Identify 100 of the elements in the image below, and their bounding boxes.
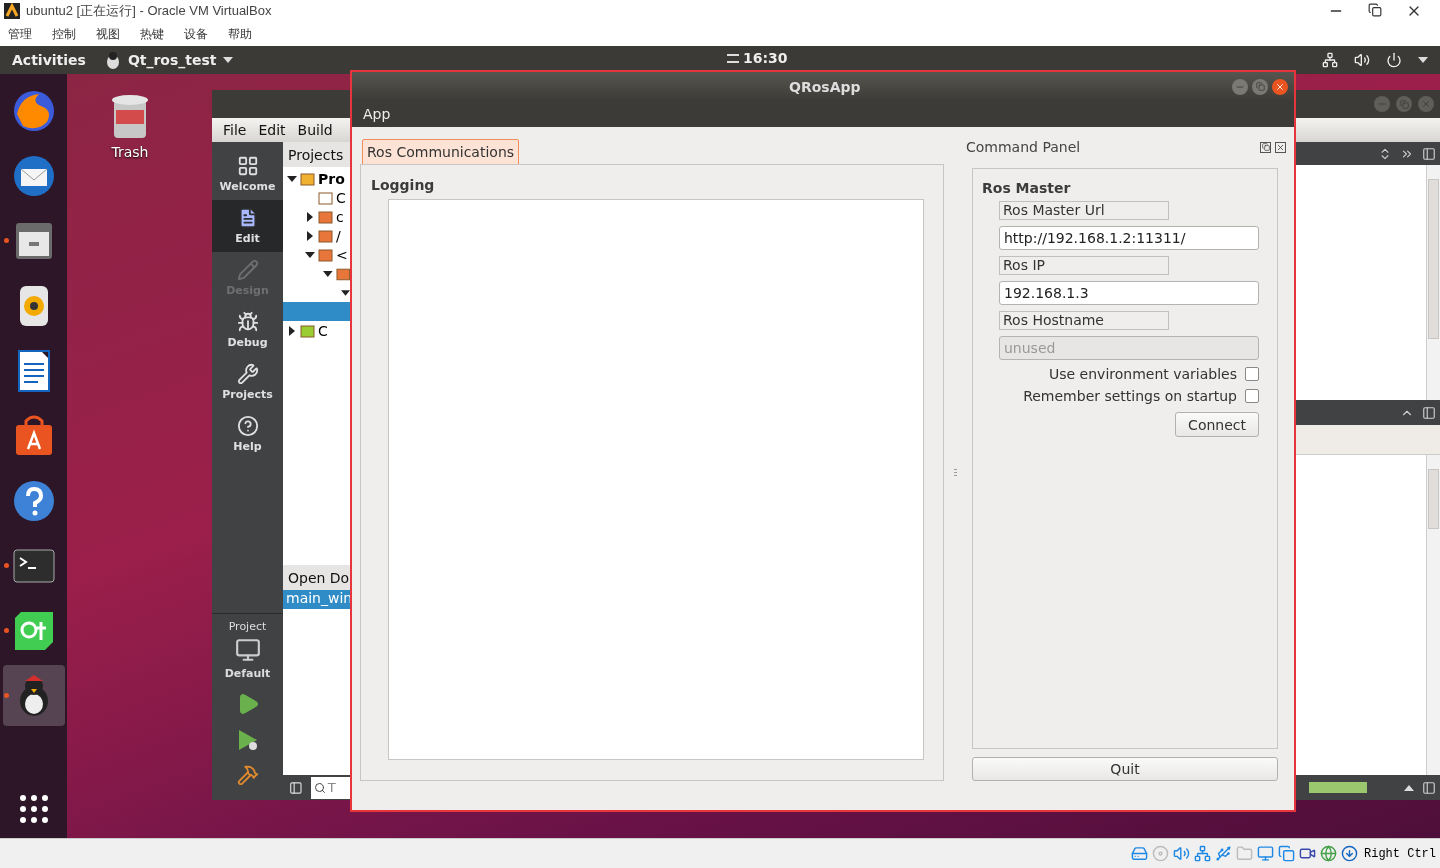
bug-icon <box>236 311 259 333</box>
tab[interactable]: Ros Communications <box>362 139 520 165</box>
cubes-icon <box>300 323 315 338</box>
panel-icon[interactable] <box>1422 780 1436 795</box>
checkbox-label: Use environment variables <box>1049 366 1237 382</box>
mode-tab[interactable]: Edit <box>212 200 283 252</box>
menu-item[interactable]: Build <box>297 122 333 138</box>
menu-item[interactable]: 设备 <box>184 25 208 43</box>
notification-icon[interactable] <box>727 52 739 64</box>
tree-row[interactable]: Pro <box>283 169 350 188</box>
menu-item[interactable]: App <box>363 106 391 122</box>
close-icon[interactable] <box>1272 78 1288 95</box>
menu-item[interactable]: File <box>223 122 247 138</box>
network-icon[interactable] <box>1322 52 1338 68</box>
tree-label: / <box>336 227 341 244</box>
app-grid-icon[interactable] <box>18 794 49 824</box>
clock[interactable]: 16:30 <box>743 50 788 66</box>
caret-right-icon[interactable] <box>287 325 297 336</box>
field-label: Ros Hostname <box>999 311 1169 330</box>
app-menu-label[interactable]: Qt_ros_test <box>127 52 217 68</box>
tree-row[interactable]: C <box>283 188 350 207</box>
hammer-icon[interactable] <box>236 764 259 786</box>
file-icon <box>318 190 333 205</box>
window-title: QRosApp <box>789 78 861 95</box>
panel-icon[interactable] <box>1422 405 1436 420</box>
kit-name: Default <box>224 667 271 680</box>
tree-label: C <box>318 322 328 339</box>
sidebar-toggle-icon[interactable] <box>289 780 303 795</box>
trash-label: Trash <box>111 144 149 160</box>
tree-label: C <box>336 189 346 206</box>
close-icon[interactable] <box>1275 141 1286 153</box>
usb-icon[interactable] <box>1215 845 1232 862</box>
panel-title: Command Panel <box>966 139 1081 155</box>
menu-item[interactable]: 管理 <box>8 25 32 43</box>
tree-label: < <box>336 246 348 263</box>
pane-title: Open Do <box>283 565 350 590</box>
checkbox[interactable] <box>1245 389 1259 403</box>
pane-title: Projects <box>283 142 350 167</box>
caret-down-icon[interactable] <box>222 57 233 63</box>
monitor-icon[interactable] <box>234 637 261 663</box>
caret-down-icon[interactable] <box>1418 57 1428 63</box>
tree-row[interactable]: C <box>283 321 350 340</box>
trash-icon[interactable] <box>110 92 150 140</box>
power-icon[interactable] <box>1386 52 1402 68</box>
activities-button[interactable]: Activities <box>12 52 86 68</box>
menu-item[interactable]: 控制 <box>52 25 76 43</box>
globe-icon[interactable] <box>1320 845 1337 862</box>
connect-button[interactable]: Connect <box>1175 412 1259 437</box>
text-field[interactable]: 192.168.1.3 <box>999 281 1259 305</box>
field-label: Ros Master Url <box>999 201 1169 220</box>
caret-right-icon[interactable] <box>305 230 315 241</box>
help-icon <box>236 415 259 437</box>
field-label: Ros IP <box>999 256 1169 275</box>
scrollbar[interactable] <box>1426 165 1440 400</box>
tree-label: Pro <box>318 170 345 187</box>
quit-button[interactable]: Quit <box>972 757 1278 781</box>
float-icon[interactable] <box>1260 141 1271 153</box>
pencil-icon <box>236 259 259 281</box>
caret-down-icon[interactable] <box>323 268 333 279</box>
search-icon <box>313 781 326 794</box>
caret-up-icon[interactable] <box>1404 784 1414 791</box>
wrench-icon <box>236 363 259 385</box>
tree-row[interactable]: < <box>283 245 350 264</box>
windows-icon[interactable] <box>1278 845 1295 862</box>
menu-item[interactable]: 视图 <box>96 25 120 43</box>
restore-icon[interactable] <box>1368 3 1382 17</box>
tree-row[interactable]: c <box>283 207 350 226</box>
text-field[interactable]: http://192.168.1.2:11311/ <box>999 226 1259 250</box>
volume-icon[interactable] <box>1354 52 1370 68</box>
folder-icon <box>335 266 350 281</box>
caret-down-icon[interactable] <box>287 173 297 184</box>
grid-icon <box>236 155 259 177</box>
checkbox-label: Remember settings on startup <box>1023 388 1237 404</box>
menu-item[interactable]: 帮助 <box>228 25 252 43</box>
dock-item[interactable] <box>2 665 65 726</box>
host-key-label: Right Ctrl <box>1364 846 1436 861</box>
folder-icon <box>318 247 333 262</box>
window-title: ubuntu2 [正在运行] - Oracle VM VirtualBox <box>26 2 272 20</box>
mode-tab[interactable]: Debug <box>212 304 283 356</box>
tree-row[interactable]: / <box>283 226 350 245</box>
progress-bar <box>1309 782 1367 793</box>
menu-item[interactable]: Edit <box>258 122 286 138</box>
mode-tab[interactable]: Projects <box>212 356 283 408</box>
group-title: Ros Master <box>982 180 1072 196</box>
tree-label: c <box>336 208 344 225</box>
menu-item[interactable]: 热键 <box>140 25 164 43</box>
search-field[interactable]: T <box>310 776 350 799</box>
split-icon[interactable] <box>1422 146 1436 161</box>
checkbox[interactable] <box>1245 367 1259 381</box>
caret-right-icon[interactable] <box>305 211 315 222</box>
download-icon[interactable] <box>1341 845 1358 862</box>
scrollbar[interactable] <box>1426 455 1440 775</box>
folder-icon <box>318 209 333 224</box>
mode-tab[interactable]: Welcome <box>212 148 283 200</box>
virtualbox-icon <box>4 3 20 19</box>
folder-icon <box>318 228 333 243</box>
mode-tab[interactable]: Help <box>212 408 283 460</box>
caret-down-icon[interactable] <box>305 249 315 260</box>
section-title: Logging <box>371 177 436 193</box>
monitor-icon[interactable] <box>1257 845 1274 862</box>
